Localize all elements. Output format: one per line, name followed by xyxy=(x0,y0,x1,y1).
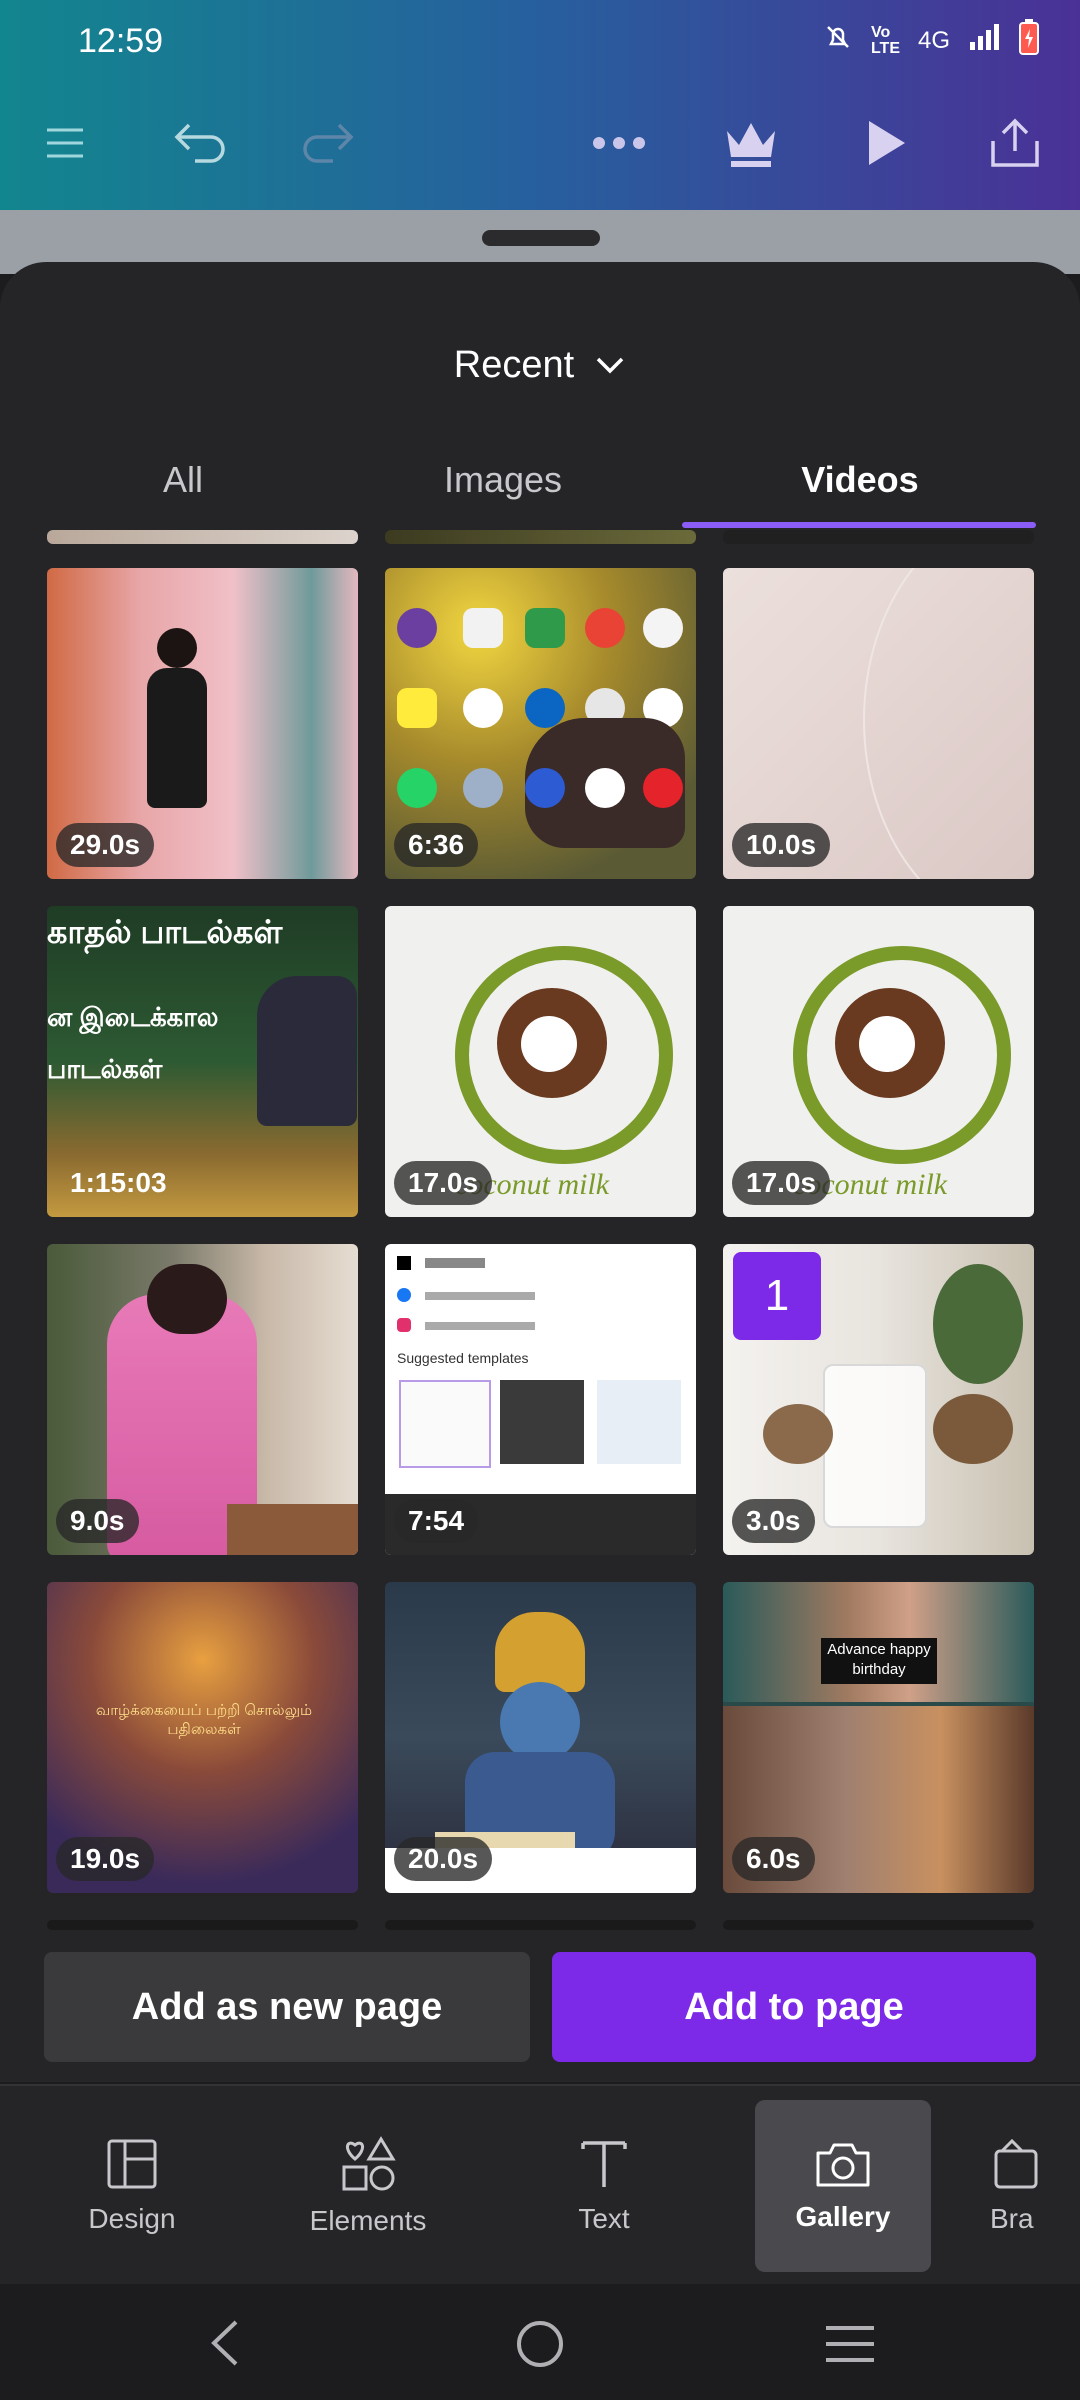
media-thumb-partial[interactable] xyxy=(47,530,358,544)
duration-badge: 1:15:03 xyxy=(70,1167,167,1198)
app-header: 12:59 Vo LTE 4G xyxy=(0,0,1080,210)
tab-indicator xyxy=(682,522,1036,528)
recents-icon[interactable] xyxy=(824,2322,876,2366)
duration-badge: 19.0s xyxy=(56,1837,155,1881)
nav-label: Bra xyxy=(990,2203,1034,2234)
more-icon xyxy=(593,137,645,149)
tab-videos[interactable]: Videos xyxy=(690,440,1030,520)
media-thumb[interactable]: coconut milk 17.0s xyxy=(385,906,696,1217)
media-tabs: All Images Videos xyxy=(0,440,1080,530)
nav-brand[interactable]: Bra xyxy=(990,2100,1080,2272)
recent-filter-dropdown[interactable]: Recent xyxy=(0,330,1080,400)
media-thumb-partial[interactable] xyxy=(385,530,696,544)
layout-icon xyxy=(107,2139,157,2189)
media-thumb[interactable]: Suggested templates 7:54 xyxy=(385,1244,696,1555)
tab-images[interactable]: Images xyxy=(360,440,646,520)
duration-badge: 3.0s xyxy=(732,1499,815,1543)
brand-icon xyxy=(994,2138,1038,2189)
nav-design[interactable]: Design xyxy=(44,2100,220,2272)
nav-elements[interactable]: Elements xyxy=(280,2100,456,2272)
status-icons: Vo LTE 4G xyxy=(823,18,1040,63)
media-thumb[interactable]: 10.0s xyxy=(723,568,1034,879)
duration-badge: 17.0s xyxy=(394,1161,493,1205)
duration-badge: 17.0s xyxy=(732,1161,831,1205)
volte-icon: Vo LTE xyxy=(870,23,900,57)
undo-button[interactable] xyxy=(166,110,232,176)
media-thumb[interactable]: 20.0s xyxy=(385,1582,696,1893)
tab-all[interactable]: All xyxy=(40,440,326,520)
signal-icon xyxy=(968,22,1000,59)
share-button[interactable] xyxy=(982,110,1048,176)
camera-icon xyxy=(816,2143,870,2187)
media-thumb[interactable]: வாழ்க்கையைப் பற்றி சொல்லும் பதிலைகள் 19.… xyxy=(47,1582,358,1893)
premium-button[interactable] xyxy=(718,110,784,176)
media-thumb[interactable]: 6:36 xyxy=(385,568,696,879)
duration-badge: 9.0s xyxy=(56,1499,139,1543)
share-icon xyxy=(991,118,1039,167)
selection-badge: 1 xyxy=(733,1252,821,1340)
undo-icon xyxy=(174,123,225,163)
duration-badge: 10.0s xyxy=(732,823,831,867)
duration-badge: 7:54 xyxy=(394,1499,479,1543)
menu-button[interactable] xyxy=(32,110,98,176)
status-time: 12:59 xyxy=(78,22,164,60)
duration-badge: 6.0s xyxy=(732,1837,815,1881)
media-thumb-partial[interactable] xyxy=(723,530,1034,544)
redo-icon xyxy=(303,123,354,163)
duration-badge: 20.0s xyxy=(394,1837,493,1881)
tamil-subtitle: ன இடைக்கால xyxy=(47,1002,219,1032)
text-icon xyxy=(581,2141,627,2187)
duration-badge: 29.0s xyxy=(56,823,155,867)
system-nav-bar xyxy=(0,2284,1080,2400)
media-thumb[interactable]: காதல் பாடல்கள் ன இடைக்கால பாடல்கள் 1:15:… xyxy=(47,906,358,1217)
more-button[interactable] xyxy=(586,110,652,176)
media-thumb[interactable]: Advance happy birthday 6.0s xyxy=(723,1582,1034,1893)
back-icon[interactable] xyxy=(206,2318,246,2368)
menu-icon xyxy=(47,128,83,158)
home-icon[interactable] xyxy=(514,2318,566,2370)
nav-label: Elements xyxy=(309,2205,427,2236)
nav-label: Gallery xyxy=(795,2201,891,2232)
thumb-caption: Advance happy birthday xyxy=(821,1638,937,1684)
battery-icon xyxy=(1018,18,1040,63)
nav-gallery[interactable]: Gallery xyxy=(755,2100,931,2272)
media-thumb[interactable]: 9.0s xyxy=(47,1244,358,1555)
play-icon xyxy=(869,121,905,165)
chevron-down-icon xyxy=(596,357,624,374)
thumb-caption: வாழ்க்கையைப் பற்றி சொல்லும் பதிலைகள் xyxy=(95,1702,313,1738)
nav-label: Text xyxy=(578,2203,630,2234)
redo-button[interactable] xyxy=(296,110,362,176)
tamil-subtitle-2: பாடல்கள் xyxy=(47,1054,163,1084)
media-thumb[interactable]: coconut milk 17.0s xyxy=(723,906,1034,1217)
thumb-caption: Suggested templates xyxy=(397,1350,529,1366)
media-grid: 29.0s 6:36 10.0s காதல் பாடல்கள் ன இடைக்க… xyxy=(0,530,1080,1930)
media-thumb-partial[interactable] xyxy=(723,1920,1034,1930)
media-thumb-partial[interactable] xyxy=(385,1920,696,1930)
crown-icon xyxy=(727,123,775,167)
duration-badge: 6:36 xyxy=(394,823,479,867)
add-as-new-page-button[interactable]: Add as new page xyxy=(44,1952,530,2062)
bottom-nav: Design Elements Text Gallery Bra xyxy=(0,2084,1080,2286)
media-thumb-partial[interactable] xyxy=(47,1920,358,1930)
nav-label: Design xyxy=(88,2203,176,2234)
nav-text[interactable]: Text xyxy=(516,2100,692,2272)
mute-icon xyxy=(823,22,853,59)
play-button[interactable] xyxy=(852,110,918,176)
add-to-page-button[interactable]: Add to page xyxy=(552,1952,1036,2062)
shapes-icon xyxy=(342,2136,396,2191)
media-thumb[interactable]: 1 3.0s xyxy=(723,1244,1034,1555)
recent-filter-label: Recent xyxy=(453,343,575,386)
drag-handle[interactable] xyxy=(482,230,600,246)
media-thumb[interactable]: 29.0s xyxy=(47,568,358,879)
tamil-title: காதல் பாடல்கள் xyxy=(47,914,283,950)
network-label: 4G xyxy=(917,26,950,54)
